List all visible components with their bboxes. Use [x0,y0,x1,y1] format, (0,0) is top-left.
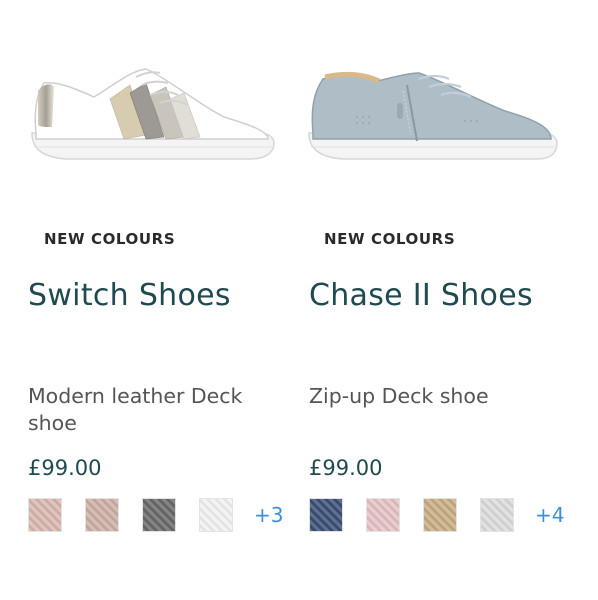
product-image[interactable] [299,55,561,175]
colour-swatch[interactable] [85,498,119,532]
product-description: Zip-up Deck shoe [309,384,489,408]
new-colours-badge: NEW COLOURS [44,230,176,248]
colour-swatch[interactable] [366,498,400,532]
colour-swatches: +4 [309,498,564,532]
shoe-image-white-sneaker [31,68,275,160]
product-description: Modern leather Deck shoe [28,384,243,435]
product-title[interactable]: Chase II Shoes [309,278,591,313]
shoe-image-blue-sneaker [308,71,558,160]
new-colours-badge: NEW COLOURS [324,230,456,248]
more-colours-link[interactable]: +4 [535,503,564,527]
product-price: £99.00 [309,456,383,480]
product-card-switch-shoes[interactable]: NEW COLOURS Switch Shoes Modern leather … [28,0,310,600]
product-card-chase-ii-shoes[interactable]: NEW COLOURS Chase II Shoes Zip-up Deck s… [308,0,591,600]
colour-swatch[interactable] [28,498,62,532]
colour-swatch[interactable] [309,498,343,532]
product-price: £99.00 [28,456,102,480]
colour-swatch[interactable] [199,498,233,532]
product-title[interactable]: Switch Shoes [28,278,310,313]
product-grid: NEW COLOURS Switch Shoes Modern leather … [0,0,598,600]
product-image[interactable] [18,55,280,175]
colour-swatch[interactable] [480,498,514,532]
colour-swatch[interactable] [423,498,457,532]
colour-swatches: +3 [28,498,283,532]
more-colours-link[interactable]: +3 [254,503,283,527]
colour-swatch[interactable] [142,498,176,532]
